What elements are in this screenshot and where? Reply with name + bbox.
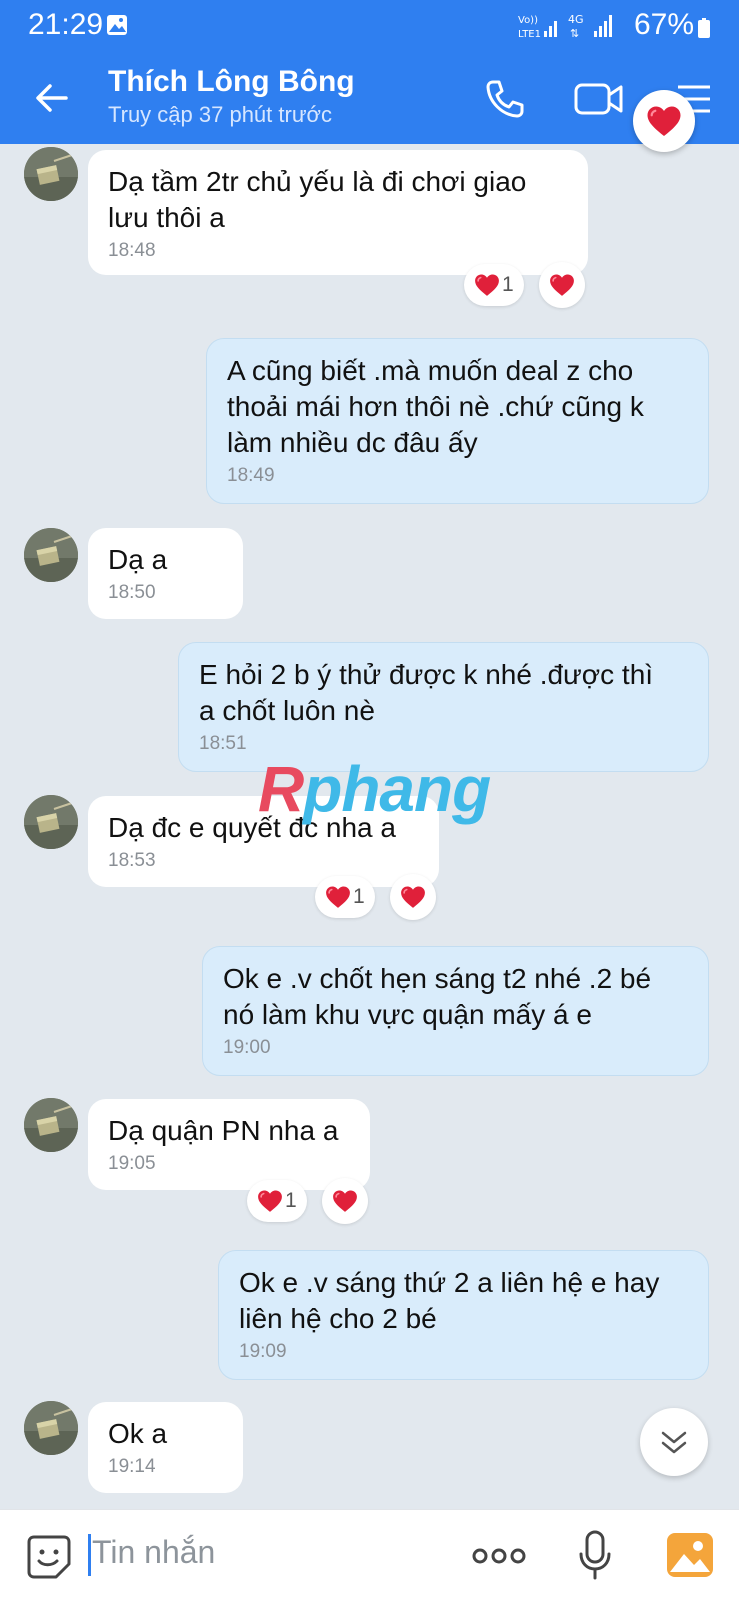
contact-avatar[interactable] bbox=[24, 147, 78, 201]
heart-icon bbox=[400, 885, 426, 909]
contact-avatar[interactable] bbox=[24, 1098, 78, 1152]
outgoing-message[interactable]: Ok e .v chốt hẹn sáng t2 nhé .2 bé nó là… bbox=[202, 946, 709, 1076]
heart-react-button[interactable] bbox=[539, 262, 585, 308]
svg-text:LTE1: LTE1 bbox=[518, 29, 541, 40]
message-time: 19:14 bbox=[108, 1456, 156, 1477]
message-time: 19:00 bbox=[223, 1037, 271, 1058]
battery-level: 67% bbox=[634, 8, 695, 41]
message-text: Ok a bbox=[108, 1418, 168, 1449]
message-input[interactable]: Tin nhắn bbox=[92, 1534, 215, 1571]
message-time: 18:49 bbox=[227, 465, 275, 486]
floating-heart-button[interactable] bbox=[633, 90, 695, 152]
reaction-count: 1 bbox=[502, 273, 514, 296]
contact-avatar[interactable] bbox=[24, 1401, 78, 1455]
watermark-logo: Rphang bbox=[258, 753, 491, 825]
message-time: 18:53 bbox=[108, 850, 156, 871]
svg-text:Vo)): Vo)) bbox=[518, 15, 538, 26]
contact-avatar[interactable] bbox=[24, 528, 78, 582]
reaction-count: 1 bbox=[353, 885, 365, 908]
more-dots-icon[interactable] bbox=[472, 1546, 526, 1566]
chevron-down-double-icon bbox=[661, 1431, 687, 1454]
phone-icon[interactable] bbox=[484, 78, 526, 120]
gallery-notification-icon bbox=[107, 15, 127, 35]
scroll-to-bottom-button[interactable] bbox=[640, 1408, 708, 1476]
heart-react-button[interactable] bbox=[390, 874, 436, 920]
heart-icon bbox=[325, 885, 351, 909]
message-time: 18:50 bbox=[108, 582, 156, 603]
heart-react-button[interactable] bbox=[322, 1178, 368, 1224]
image-icon[interactable] bbox=[666, 1532, 714, 1578]
contact-name[interactable]: Thích Lông Bông bbox=[108, 65, 355, 99]
message-time: 19:05 bbox=[108, 1153, 156, 1174]
signal-icon: Vo)) LTE1 4G ⇅ bbox=[518, 13, 612, 40]
heart-icon bbox=[474, 273, 500, 297]
video-camera-icon[interactable] bbox=[574, 80, 624, 118]
message-text: A cũng biết .mà muốn deal z cho thoải má… bbox=[227, 355, 644, 458]
message-text: Ok e .v chốt hẹn sáng t2 nhé .2 bé nó là… bbox=[223, 963, 652, 1030]
message-time: 18:48 bbox=[108, 240, 156, 261]
reaction-count: 1 bbox=[285, 1189, 297, 1212]
svg-text:4G: 4G bbox=[568, 13, 584, 26]
heart-icon bbox=[332, 1189, 358, 1213]
status-bar: 21:29 Vo)) LTE1 4G ⇅ 67% bbox=[0, 0, 739, 52]
status-time: 21:29 bbox=[28, 8, 104, 41]
incoming-message[interactable]: Dạ a 18:50 bbox=[88, 528, 243, 619]
message-text: Dạ a bbox=[108, 544, 168, 575]
heart-icon bbox=[549, 273, 575, 297]
battery-icon bbox=[698, 18, 710, 38]
microphone-icon[interactable] bbox=[578, 1530, 612, 1580]
incoming-message[interactable]: Dạ quận PN nha a 19:05 bbox=[88, 1099, 370, 1190]
heart-icon bbox=[646, 104, 682, 138]
arrow-left-icon[interactable] bbox=[32, 78, 72, 118]
incoming-message[interactable]: Ok a 19:14 bbox=[88, 1402, 243, 1493]
message-text: Dạ tầm 2tr chủ yếu là đi chơi giao lưu t… bbox=[108, 166, 527, 233]
message-text: Ok e .v sáng thứ 2 a liên hệ e hay liên … bbox=[239, 1267, 660, 1334]
svg-text:⇅: ⇅ bbox=[570, 27, 579, 40]
incoming-message[interactable]: Dạ tầm 2tr chủ yếu là đi chơi giao lưu t… bbox=[88, 150, 588, 275]
chat-header: Thích Lông Bông Truy cập 37 phút trước bbox=[0, 52, 739, 144]
text-cursor bbox=[88, 1534, 91, 1576]
heart-icon bbox=[257, 1189, 283, 1213]
contact-avatar[interactable] bbox=[24, 795, 78, 849]
message-input-bar: Tin nhắn bbox=[0, 1509, 739, 1600]
reaction-summary[interactable]: 1 bbox=[315, 876, 375, 918]
reaction-summary[interactable]: 1 bbox=[247, 1180, 307, 1222]
outgoing-message[interactable]: Ok e .v sáng thứ 2 a liên hệ e hay liên … bbox=[218, 1250, 709, 1380]
message-text: Dạ quận PN nha a bbox=[108, 1115, 339, 1146]
smiley-sticker-icon[interactable] bbox=[26, 1534, 72, 1580]
last-seen-status: Truy cập 37 phút trước bbox=[108, 102, 332, 127]
outgoing-message[interactable]: A cũng biết .mà muốn deal z cho thoải má… bbox=[206, 338, 709, 504]
message-text: E hỏi 2 b ý thử được k nhé .được thì a c… bbox=[199, 659, 654, 726]
message-time: 19:09 bbox=[239, 1341, 287, 1362]
reaction-summary[interactable]: 1 bbox=[464, 264, 524, 306]
